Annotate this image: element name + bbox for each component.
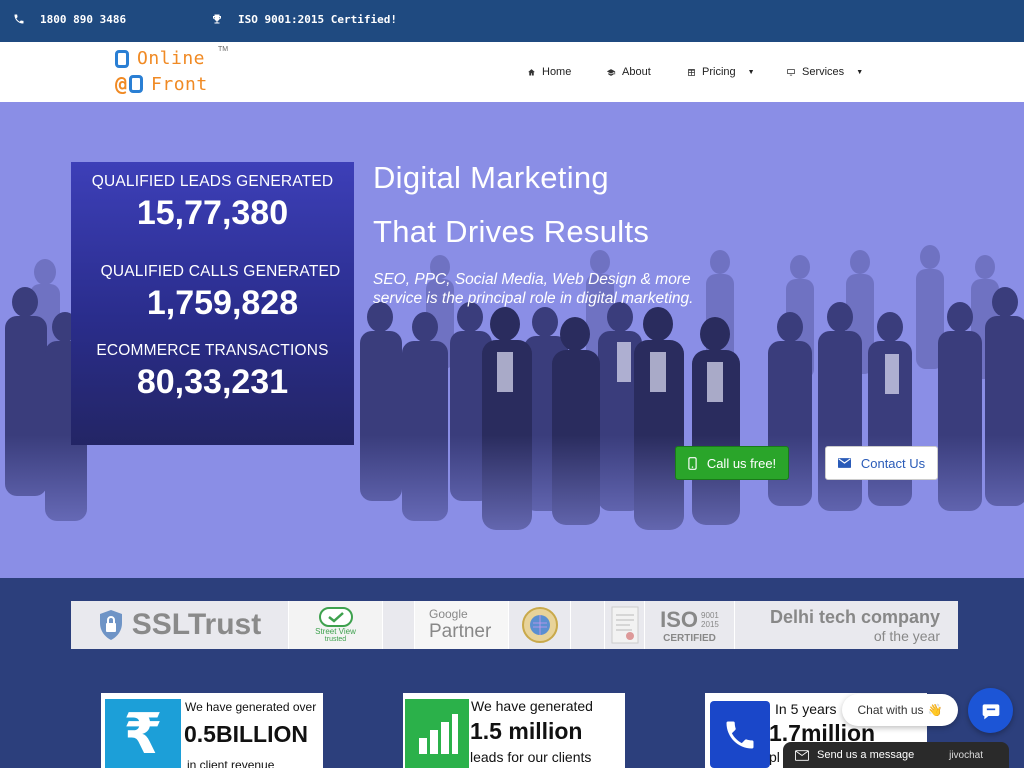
nav-home-label: Home xyxy=(542,66,572,78)
caret-down-icon: ▼ xyxy=(856,68,864,76)
rupee-icon: ₹ xyxy=(105,699,181,768)
logo-at-icon: @ xyxy=(115,72,128,96)
hero-subline-1: SEO, PPC, Social Media, Web Design & mor… xyxy=(373,271,691,288)
leads-card-caption: leads for our clients xyxy=(470,749,592,765)
logo-trademark: TM xyxy=(218,46,229,53)
hero-subline: SEO, PPC, Social Media, Web Design & mor… xyxy=(373,270,773,308)
iso-certified-text: CERTIFIED xyxy=(663,632,716,644)
graduation-cap-icon xyxy=(606,68,616,76)
iso-year: 2015 xyxy=(701,619,719,629)
call-us-button[interactable]: Call us free! xyxy=(675,446,789,480)
globe-seal-icon xyxy=(521,607,558,643)
street-view-trusted: trusted xyxy=(324,636,347,643)
calls-card-caption: pl xyxy=(769,749,780,765)
nav-about-label: About xyxy=(622,66,651,78)
logo-square-icon xyxy=(115,49,129,68)
leads-value: 15,77,380 xyxy=(136,194,289,232)
street-view-text: Street View xyxy=(315,627,356,636)
certification-info: ISO 9001:2015 Certified! xyxy=(210,12,397,26)
waving-hand-icon: 👋 xyxy=(927,703,943,717)
phone-contact[interactable]: 1800 890 3486 xyxy=(12,12,126,26)
certification-text: ISO 9001:2015 Certified! xyxy=(238,12,397,26)
revenue-card-caption: in client revenue xyxy=(187,758,275,768)
seal-badge xyxy=(509,601,571,649)
certificate-doc-icon xyxy=(605,601,645,649)
monitor-icon xyxy=(787,68,795,75)
spacer xyxy=(571,601,605,649)
leads-label: QUALIFIED LEADS GENERATED xyxy=(91,173,334,190)
logo-text-online: Online xyxy=(137,48,206,69)
iso-word: ISO xyxy=(660,606,699,632)
nav-pricing[interactable]: Pricing ▼ xyxy=(687,66,755,78)
phone-call-icon xyxy=(710,701,770,768)
street-view-badge: Street View trusted xyxy=(289,601,383,649)
hero-headline-line2: That Drives Results xyxy=(373,214,650,249)
envelope-icon xyxy=(795,749,809,761)
calls-card-intro: In 5 years xyxy=(775,701,837,717)
ssl-trust-badge: SSLTrust xyxy=(71,601,289,649)
bar-chart-icon xyxy=(405,699,469,768)
table-icon xyxy=(688,68,695,76)
shield-lock-icon xyxy=(99,610,122,640)
partner-text: Partner xyxy=(429,621,492,642)
chat-with-us-bubble[interactable]: Chat with us 👋 xyxy=(842,694,958,726)
calls-label: QUALIFIED CALLS GENERATED xyxy=(100,263,341,280)
phone-number: 1800 890 3486 xyxy=(40,12,127,26)
site-logo[interactable]: Online TM @ Front xyxy=(115,46,235,98)
iso-number: 9001 xyxy=(701,610,719,620)
contact-us-button[interactable]: Contact Us xyxy=(825,446,938,480)
nav-services[interactable]: Services ▼ xyxy=(786,66,863,78)
spacer xyxy=(383,601,415,649)
chat-bubble-icon xyxy=(982,703,999,719)
caret-down-icon: ▼ xyxy=(747,68,755,76)
contact-us-label: Contact Us xyxy=(860,455,926,471)
revenue-card-intro: We have generated over xyxy=(185,700,317,714)
home-icon xyxy=(528,68,535,75)
logo-square-icon xyxy=(129,75,144,93)
call-us-label: Call us free! xyxy=(706,455,777,471)
revenue-card-value: 0.5BILLION xyxy=(184,721,308,747)
envelope-icon xyxy=(837,458,851,468)
send-message-label: Send us a message xyxy=(817,749,915,761)
top-bar: 1800 890 3486 ISO 9001:2015 Certified! xyxy=(0,0,1024,42)
ecom-label: ECOMMERCE TRANSACTIONS xyxy=(96,342,329,359)
delhi-tech-subtitle: of the year xyxy=(873,627,940,644)
leads-card: We have generated 1.5 million leads for … xyxy=(403,693,625,768)
nav-about[interactable]: About xyxy=(606,66,651,78)
hero-subline-2: service is the principal role in digital… xyxy=(373,290,694,307)
google-partner-badge: Google Partner xyxy=(415,601,509,649)
nav-home[interactable]: Home xyxy=(527,66,571,78)
nav-services-label: Services xyxy=(802,66,845,78)
hero-headline-line1: Digital Marketing xyxy=(373,160,609,195)
street-view-icon xyxy=(318,607,353,627)
logo-text-front: Front xyxy=(151,73,208,95)
iso-certified-badge: ISO 9001 2015 CERTIFIED xyxy=(645,601,735,649)
trophy-icon xyxy=(210,12,224,26)
jivochat-brand: jivochat xyxy=(949,749,983,761)
nav-pricing-label: Pricing xyxy=(702,66,736,78)
calls-value: 1,759,828 xyxy=(146,284,299,322)
google-text: Google xyxy=(429,607,468,621)
chat-pill-label: Chat with us xyxy=(857,703,924,717)
ecom-value: 80,33,231 xyxy=(136,363,289,401)
ssl-text: SSLTrust xyxy=(131,608,262,641)
revenue-card: ₹ We have generated over 0.5BILLION in c… xyxy=(101,693,323,768)
delhi-tech-title: Delhi tech company xyxy=(769,606,940,627)
chat-launcher-button[interactable] xyxy=(968,688,1013,733)
phone-icon xyxy=(12,12,26,26)
leads-card-intro: We have generated xyxy=(471,698,593,714)
delhi-tech-badge: Delhi tech company of the year xyxy=(735,601,958,649)
stats-panel: QUALIFIED LEADS GENERATED 15,77,380 QUAL… xyxy=(71,162,354,445)
send-message-bar[interactable]: Send us a message jivochat xyxy=(783,742,1009,768)
leads-card-value: 1.5 million xyxy=(470,718,583,744)
trust-badges-strip: SSLTrust Street View trusted Google Part… xyxy=(71,601,958,649)
mobile-phone-icon xyxy=(688,456,697,470)
